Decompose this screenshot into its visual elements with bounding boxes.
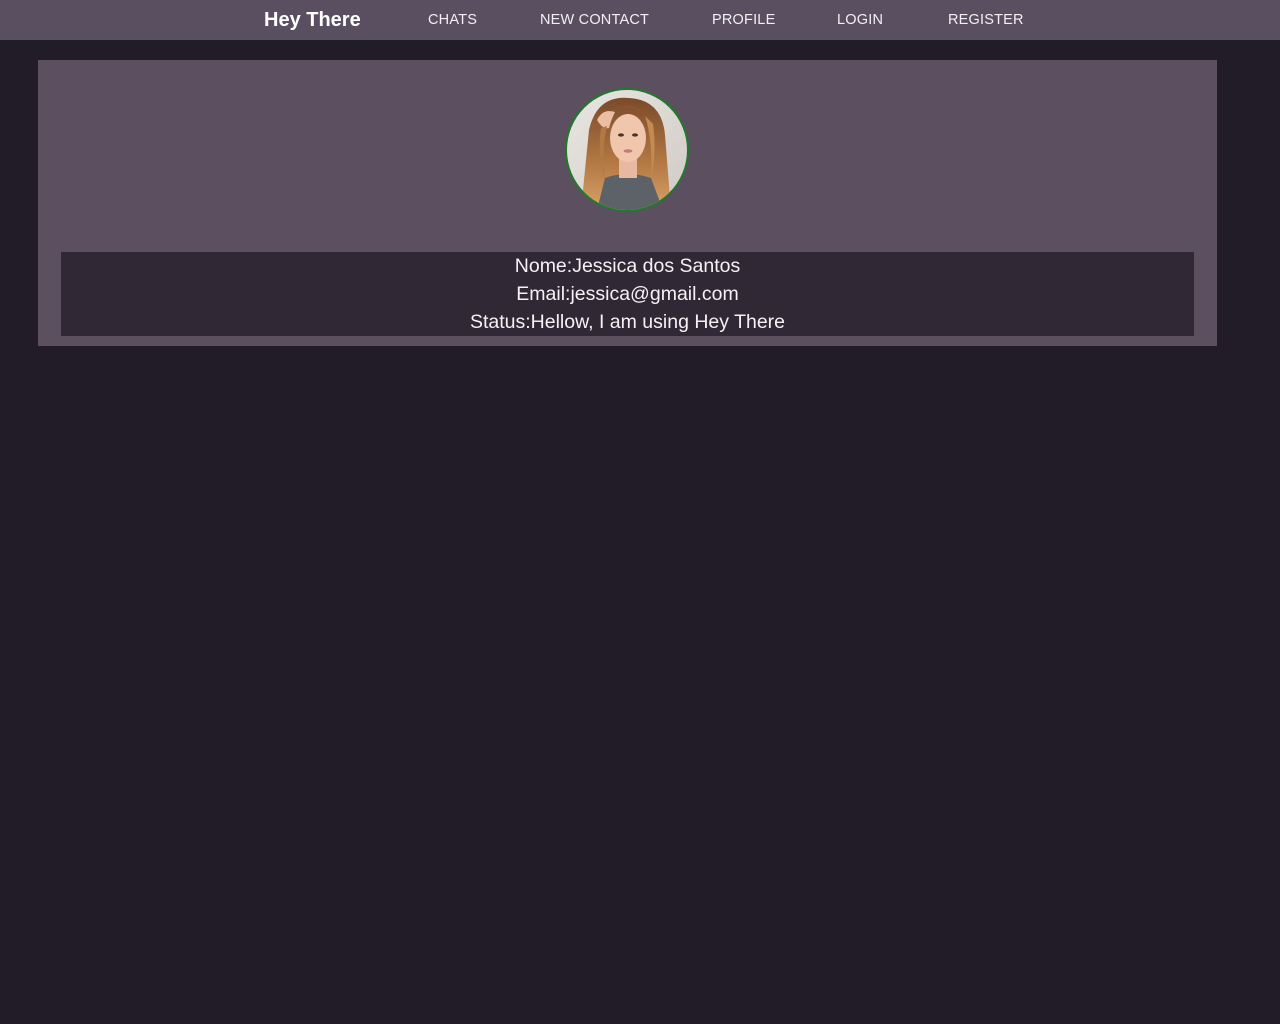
nav-chats[interactable]: CHATS (428, 0, 477, 40)
nav-login[interactable]: LOGIN (837, 0, 883, 40)
nav-profile[interactable]: PROFILE (712, 0, 775, 40)
email-label: Email: (516, 283, 571, 305)
status-value: Hellow, I am using Hey There (530, 311, 786, 333)
status-label: Status: (469, 311, 531, 333)
user-photo-icon (567, 90, 687, 210)
email-value: jessica@gmail.com (570, 283, 739, 305)
profile-email-line: Email:jessica@gmail.com (61, 280, 1194, 308)
nav-register[interactable]: REGISTER (948, 0, 1024, 40)
nav-new-contact[interactable]: NEW CONTACT (540, 0, 649, 40)
profile-name-line: Nome:Jessica dos Santos (61, 252, 1194, 280)
profile-info-box: Nome:Jessica dos Santos Email:jessica@gm… (61, 252, 1194, 336)
profile-status-line: Status:Hellow, I am using Hey There (61, 308, 1194, 336)
brand-logo[interactable]: Hey There (264, 0, 361, 40)
name-label: Nome: (514, 255, 573, 277)
avatar (565, 88, 689, 212)
profile-panel: Nome:Jessica dos Santos Email:jessica@gm… (38, 60, 1217, 346)
top-navbar: Hey There CHATS NEW CONTACT PROFILE LOGI… (0, 0, 1280, 40)
name-value: Jessica dos Santos (572, 255, 741, 277)
